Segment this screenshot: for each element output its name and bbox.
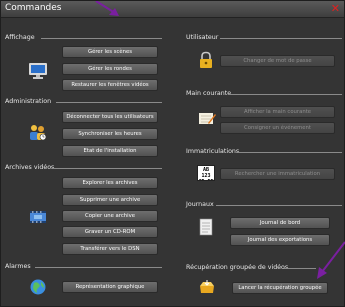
pointer-arrow-icon	[317, 241, 345, 279]
button-restaurer-fenetres[interactable]: Restaurer les fenêtres vidéos	[62, 79, 158, 91]
journal-document-icon	[198, 218, 214, 240]
button-consigner-evenement[interactable]: Consigner un événement	[220, 122, 335, 134]
section-label-journaux: Journaux	[186, 201, 214, 208]
section-label-administration: Administration	[5, 98, 52, 105]
notepad-pencil-icon	[198, 110, 216, 130]
section-label-alarmes: Alarmes	[5, 263, 31, 270]
button-gerer-rondes[interactable]: Gérer les rondes	[62, 63, 158, 75]
pointer-arrow-icon	[95, 1, 119, 16]
commands-window: Commandes ✕ Affichage Gérer les scènes G…	[0, 0, 345, 307]
section-label-utilisateur: Utilisateur	[186, 34, 219, 41]
button-representation-graphique[interactable]: Représentation graphique	[62, 281, 158, 293]
window-title: Commandes	[5, 3, 62, 13]
button-rechercher-immatriculation[interactable]: Rechercher une immatriculation	[220, 168, 335, 180]
section-label-immatriculations: Immatriculations	[186, 148, 240, 155]
separator	[220, 38, 342, 39]
monitor-icon	[28, 62, 48, 84]
button-etat-installation[interactable]: Etat de l'installation	[62, 145, 158, 157]
section-label-main-courante: Main courante	[186, 90, 232, 97]
button-explorer-archives[interactable]: Explorer les archives	[62, 177, 158, 189]
padlock-icon	[198, 51, 214, 73]
button-journal-de-bord[interactable]: Journal de bord	[230, 217, 330, 229]
separator	[35, 267, 162, 268]
users-clock-icon	[28, 123, 48, 145]
button-deconnecter-utilisateurs[interactable]: Déconnecter tous les utilisateurs	[62, 111, 158, 123]
separator	[53, 168, 162, 169]
separator	[238, 152, 342, 153]
button-afficher-main-courante[interactable]: Afficher la main courante	[220, 106, 335, 118]
button-changer-mot-de-passe[interactable]: Changer de mot de passe	[220, 55, 335, 67]
section-label-recuperation: Récupération groupée de vidéos	[186, 264, 289, 271]
button-copier-archive[interactable]: Copier une archive	[62, 210, 158, 222]
button-synchroniser-heures[interactable]: Synchroniser les heures	[62, 128, 158, 140]
separator	[56, 102, 162, 103]
license-plate-icon: AB 123 CD-EF	[197, 165, 215, 181]
separator	[216, 205, 342, 206]
button-supprimer-archive[interactable]: Supprimer une archive	[62, 194, 158, 206]
separator	[41, 38, 162, 39]
separator	[284, 268, 316, 269]
separator	[228, 94, 342, 95]
drawer-download-icon	[198, 279, 216, 299]
archive-film-icon	[28, 208, 48, 230]
button-gerer-scenes[interactable]: Gérer les scènes	[62, 46, 158, 58]
button-graver-cdrom[interactable]: Graver un CD-ROM	[62, 226, 158, 238]
close-icon[interactable]: ✕	[331, 2, 340, 16]
section-label-archives: Archives vidéos	[5, 164, 55, 171]
button-transferer-dsn[interactable]: Transférer vers le DSN	[62, 243, 158, 255]
title-bar: Commandes ✕	[1, 1, 344, 18]
globe-icon	[29, 278, 47, 300]
section-label-affichage: Affichage	[5, 34, 35, 41]
button-lancer-recuperation-groupee[interactable]: Lancer la récupération groupée	[232, 282, 328, 294]
